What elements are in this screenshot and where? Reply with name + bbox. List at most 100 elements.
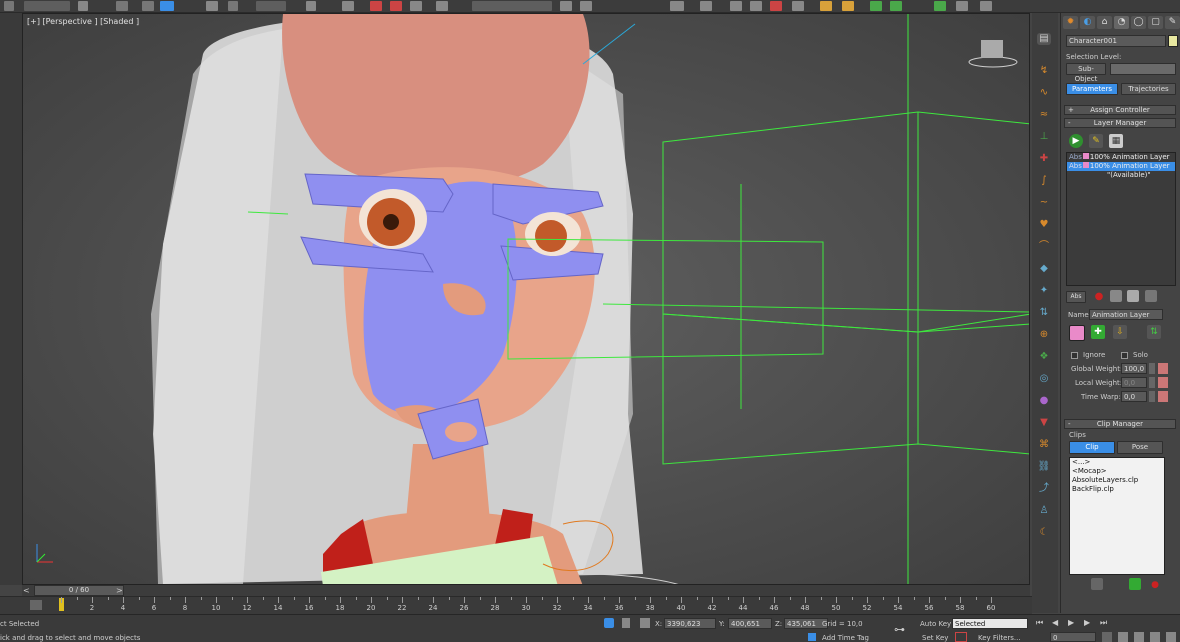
ik-icon[interactable]: ✚ [1037,153,1051,165]
pivot-icon[interactable] [306,1,316,11]
scale-icon[interactable] [228,1,238,11]
zoom-icon[interactable] [1118,632,1128,642]
flex-icon[interactable]: ☾ [1037,527,1051,539]
lock-icon[interactable] [622,618,630,628]
constraint-icon[interactable]: ❖ [1037,351,1051,363]
delete-clip-icon[interactable]: ● [1149,578,1161,590]
reference-coord-dropdown[interactable] [256,1,286,11]
layer-item[interactable]: Abs 100% Animation Layer [1067,153,1175,162]
curve-icon[interactable]: ∿ [1037,87,1051,99]
play-icon[interactable]: ▶ [1068,618,1078,628]
absolute-mode-icon[interactable] [640,618,650,628]
global-weight-field[interactable]: 100,0 [1121,363,1147,374]
key-filters-button[interactable]: Key Filters... [978,634,1021,642]
spinner-snap-icon[interactable] [436,1,448,11]
sub-object-button[interactable]: Sub-Object [1066,63,1106,83]
select-manipulate-icon[interactable] [342,1,354,11]
local-weight-spinner[interactable] [1149,377,1155,388]
copy-layer-icon[interactable] [1110,290,1122,302]
biped-icon[interactable]: ♙ [1037,505,1051,517]
next-key-icon[interactable]: ▶ [1084,618,1094,628]
save-clip-icon[interactable] [1091,578,1103,590]
goto-end-icon[interactable]: ⏭ [1100,618,1110,628]
tool-b-icon[interactable] [956,1,968,11]
snap-toggle-icon[interactable] [370,1,382,11]
slider-icon[interactable]: ⇅ [1037,307,1051,319]
hierarchy-tab-icon[interactable]: ⌂ [1097,16,1112,29]
prev-key-icon[interactable]: ◀ [1052,618,1062,628]
time-config-icon[interactable] [1102,632,1112,642]
ignore-checkbox[interactable] [1071,352,1078,359]
global-weight-key-icon[interactable] [1158,363,1168,374]
object-name-field[interactable]: Character001 [1066,35,1166,47]
global-weight-spinner[interactable] [1149,363,1155,374]
layer-collapse-icon[interactable]: ⇩ [1113,325,1127,339]
play-layer-icon[interactable]: ▶ [1069,134,1083,148]
prev-frame-arrow[interactable]: < [23,586,31,595]
track-bar[interactable]: 2 4 6 8 10 12 14 16 18 20 22 24 26 28 30 32 34 36 38 40 42 44… [0,596,1032,614]
time-warp-key-icon[interactable] [1158,391,1168,402]
look-at-icon[interactable]: ◎ [1037,373,1051,385]
render-frame-icon[interactable] [820,1,832,11]
parameters-tab[interactable]: Parameters [1066,83,1118,95]
assign-controller-rollout[interactable]: + Assign Controller [1064,105,1176,115]
layer-list[interactable]: Abs 100% Animation Layer Abs 100% Animatio… [1066,152,1176,286]
wave-icon[interactable]: ~ [1037,197,1051,209]
time-slider-thumb[interactable]: 0 / 60 [34,585,124,596]
select-object-icon[interactable] [78,1,88,11]
local-weight-field[interactable]: 0,0 [1121,377,1147,388]
path-icon[interactable]: ⌒ [1037,241,1051,253]
time-warp-field[interactable]: 0,0 [1121,391,1147,402]
clip-manager-rollout[interactable]: - Clip Manager [1064,419,1176,429]
mirror-icon[interactable] [560,1,572,11]
tool-a-icon[interactable] [934,1,946,11]
layer-name-field[interactable]: Animation Layer [1089,309,1163,320]
layer-add-icon[interactable]: ✚ [1091,325,1105,339]
motion-tab-icon[interactable]: ◔ [1114,16,1129,29]
modify-tab-icon[interactable]: ◐ [1080,16,1095,29]
render-setup-icon[interactable] [792,1,804,11]
selection-set-dropdown[interactable] [24,1,70,11]
render-icon[interactable] [842,1,854,11]
point-icon[interactable]: ✦ [1037,285,1051,297]
time-tag-icon[interactable] [808,633,816,641]
clips-list[interactable]: <...> <Mocap> AbsoluteLayers.clp BackFli… [1069,457,1165,575]
trajectories-tab[interactable]: Trajectories [1121,83,1176,95]
material-editor-icon[interactable] [770,1,782,11]
auto-key-button[interactable]: Auto Key [920,620,951,628]
orbit-icon[interactable] [1150,632,1160,642]
set-key-icon[interactable] [955,632,967,642]
schematic-view-icon[interactable] [750,1,762,11]
align-icon[interactable] [580,1,592,11]
display-tab-icon[interactable]: ◯ [1131,16,1146,29]
window-crossing-icon[interactable] [142,1,154,11]
layer-properties-icon[interactable]: ▦ [1109,134,1123,148]
layer-manager-rollout[interactable]: - Layer Manager [1064,118,1176,128]
y-coordinate-field[interactable]: 400,651 [728,618,772,629]
bone-icon[interactable]: ⊥ [1037,131,1051,143]
layer-tool-icon[interactable]: ✎ [1089,134,1103,148]
perspective-viewport[interactable]: [+] [Perspective ] [Shaded ] [22,13,1030,585]
object-color-swatch[interactable] [1168,35,1178,47]
select-move-icon[interactable] [160,1,174,11]
utilities-tab-icon[interactable]: ▢ [1148,16,1163,29]
sub-object-dropdown[interactable] [1110,63,1176,75]
select-region-icon[interactable] [116,1,128,11]
percent-snap-icon[interactable] [410,1,422,11]
position-icon[interactable]: ▼ [1037,417,1051,429]
solo-checkbox[interactable] [1121,352,1128,359]
rotate-icon[interactable] [206,1,218,11]
add-time-tag[interactable]: Add Time Tag [822,634,869,642]
collapse-layer-icon[interactable] [1145,290,1157,302]
local-weight-key-icon[interactable] [1158,377,1168,388]
app-icon[interactable] [4,1,14,11]
key-icon[interactable]: ⊶ [894,623,905,636]
layer-manager-icon[interactable] [670,1,684,11]
named-selection-sets[interactable] [472,1,552,11]
clip-item[interactable]: BackFlip.clp [1070,485,1164,494]
layer-color-swatch[interactable] [1069,325,1085,341]
clip-item[interactable]: <...> [1070,458,1164,467]
curve-editor-icon[interactable] [730,1,742,11]
next-frame-arrow[interactable]: > [116,586,124,595]
layer-up-down-icon[interactable]: ⇅ [1147,325,1161,339]
